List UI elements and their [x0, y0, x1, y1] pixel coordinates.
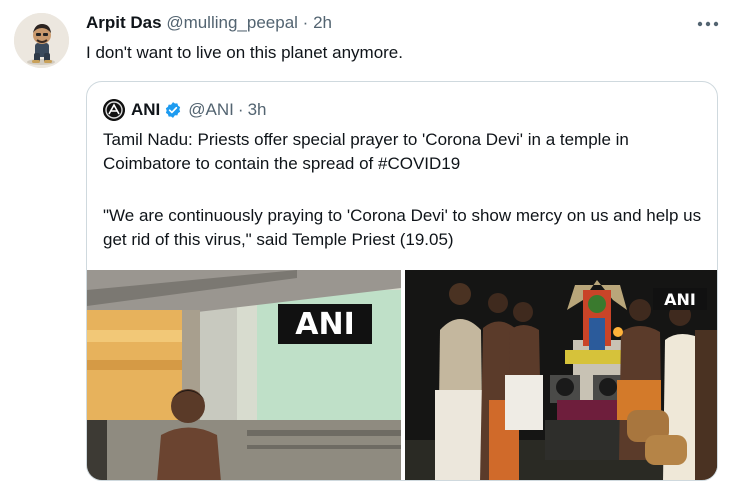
header-separator: · [302, 13, 309, 32]
author-name[interactable]: Arpit Das [86, 13, 162, 32]
tweet-header: Arpit Das @mulling_peepal · 2h [86, 13, 332, 33]
media-photo-2[interactable]: ANI [405, 270, 717, 480]
ani-watermark: ANI [653, 288, 707, 310]
photo-temple-exterior [87, 270, 401, 480]
quoted-header-separator: · [237, 100, 244, 119]
tweet-timestamp[interactable]: 2h [313, 13, 332, 32]
quoted-tweet-paragraph-2: "We are continuously praying to 'Corona … [103, 206, 702, 249]
tweet-text: I don't want to live on this planet anym… [86, 43, 403, 62]
quoted-author-handle[interactable]: @ANI [188, 100, 234, 120]
quoted-tweet-card[interactable]: ANI @ANI · 3h Tamil Nadu: Priests offer … [86, 81, 718, 481]
quoted-tweet-header: ANI @ANI · 3h [103, 98, 266, 122]
ani-watermark: ANI [278, 304, 372, 344]
more-horizontal-icon [697, 21, 719, 27]
quoted-tweet-paragraph-1: Tamil Nadu: Priests offer special prayer… [103, 130, 629, 173]
more-options-button[interactable] [693, 10, 723, 38]
verified-badge-icon [166, 102, 181, 118]
quoted-tweet-timestamp[interactable]: 3h [248, 100, 267, 120]
quoted-author-avatar[interactable] [103, 99, 125, 121]
author-avatar[interactable] [14, 13, 69, 68]
ani-logo-icon [103, 99, 125, 121]
author-handle[interactable]: @mulling_peepal [166, 13, 298, 32]
quoted-tweet-media: ANI ANI [87, 270, 717, 480]
quoted-author-name[interactable]: ANI [131, 100, 160, 120]
avatar-illustration [14, 13, 69, 68]
media-photo-1[interactable]: ANI [87, 270, 401, 480]
